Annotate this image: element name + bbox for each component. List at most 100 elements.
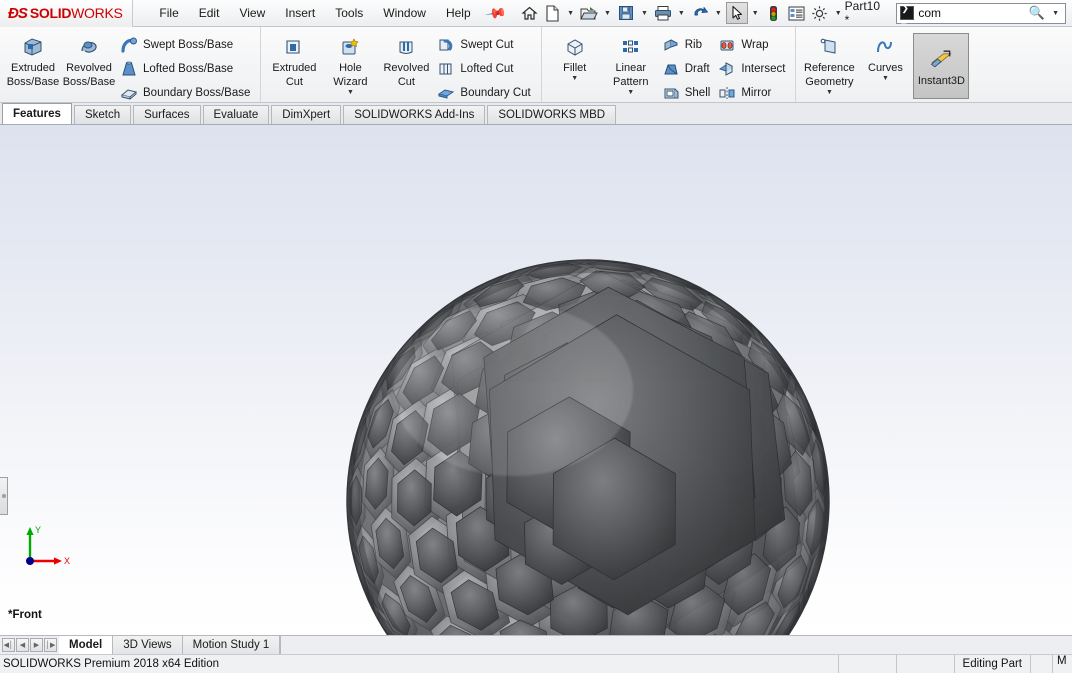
pushpin-icon[interactable]: 📌: [483, 1, 507, 25]
curves-button[interactable]: Curves ▼: [857, 31, 913, 82]
menu-file[interactable]: File: [149, 2, 188, 24]
lofted-cut-button[interactable]: Lofted Cut: [434, 57, 535, 81]
instant3d-button[interactable]: Instant3D: [913, 33, 970, 99]
tab-solidworks-mbd[interactable]: SOLIDWORKS MBD: [487, 105, 617, 124]
menu-edit[interactable]: Edit: [189, 2, 230, 24]
extruded-cut-button[interactable]: Extruded Cut: [266, 31, 322, 88]
extruded-cut-label-1: Extruded: [272, 62, 317, 74]
swept-boss-icon: [119, 35, 139, 55]
shell-button[interactable]: Shell: [659, 81, 716, 105]
boundary-cut-label: Boundary Cut: [460, 87, 531, 99]
status-spacer-3: [1030, 654, 1052, 673]
options-gear-icon[interactable]: [809, 2, 831, 24]
boss-base-list: Swept Boss/Base Lofted Boss/Base Boundar…: [117, 31, 255, 105]
new-document-caret[interactable]: ▼: [564, 10, 577, 17]
next-tab-button[interactable]: ▶: [30, 638, 43, 652]
save-button[interactable]: [615, 2, 637, 24]
status-edition: SOLIDWORKS Premium 2018 x64 Edition: [3, 657, 220, 670]
menu-items: File Edit View Insert Tools Window Help …: [149, 1, 507, 25]
new-document-button[interactable]: [541, 2, 563, 24]
boundary-cut-button[interactable]: Boundary Cut: [434, 81, 535, 105]
boundary-cut-icon: [436, 83, 456, 103]
mirror-button[interactable]: Mirror: [715, 81, 790, 105]
tab-surfaces[interactable]: Surfaces: [133, 105, 201, 124]
save-caret[interactable]: ▼: [638, 10, 651, 17]
reference-group: Reference Geometry ▼ Curves ▼ Instant3D: [796, 27, 974, 102]
search-caret[interactable]: ▼: [1049, 10, 1062, 17]
bottom-tab-motion-study[interactable]: Motion Study 1: [182, 636, 281, 654]
first-tab-button[interactable]: ◀│: [2, 638, 15, 652]
swept-cut-label: Swept Cut: [460, 39, 514, 51]
boundary-boss-base-button[interactable]: Boundary Boss/Base: [117, 81, 255, 105]
reference-geometry-button[interactable]: Reference Geometry ▼: [801, 31, 857, 96]
hexagonal-lattice-sphere[interactable]: [345, 258, 831, 635]
search-box[interactable]: ❯_ com 🔍 ▼: [896, 2, 1066, 24]
swept-boss-base-button[interactable]: Swept Boss/Base: [117, 33, 255, 57]
options-caret[interactable]: ▼: [832, 10, 845, 17]
menu-window[interactable]: Window: [373, 2, 436, 24]
file-properties-button[interactable]: [786, 2, 808, 24]
print-button[interactable]: [652, 2, 674, 24]
tab-evaluate[interactable]: Evaluate: [202, 105, 270, 124]
revolved-boss-base-button[interactable]: Revolved Boss/Base: [61, 31, 117, 88]
curves-dropdown-caret[interactable]: ▼: [882, 75, 889, 82]
menu-view[interactable]: View: [229, 2, 275, 24]
status-bar: SOLIDWORKS Premium 2018 x64 Edition Edit…: [0, 654, 1072, 673]
linear-pattern-label-1: Linear: [615, 62, 647, 74]
menu-tools[interactable]: Tools: [325, 2, 373, 24]
rebuild-button[interactable]: [763, 2, 785, 24]
lofted-cut-label: Lofted Cut: [460, 63, 514, 75]
select-caret[interactable]: ▼: [749, 10, 762, 17]
cut-group: Extruded Cut Hole Wizard ▼ Revolved Cut: [261, 27, 542, 105]
cut-list: Swept Cut Lofted Cut Boundary Cut: [434, 31, 535, 105]
revolved-cut-button[interactable]: Revolved Cut: [378, 31, 434, 88]
linear-pattern-button[interactable]: Linear Pattern ▼: [603, 31, 659, 96]
lofted-boss-icon: [119, 59, 139, 79]
home-button[interactable]: [518, 2, 540, 24]
view-orientation-label: *Front: [8, 609, 42, 621]
linear-pattern-label-2: Pattern: [613, 76, 649, 88]
reference-geometry-label-1: Reference: [804, 62, 855, 74]
revolved-cut-label-2: Cut: [397, 76, 415, 88]
undo-button[interactable]: [689, 2, 711, 24]
hole-wizard-button[interactable]: Hole Wizard ▼: [322, 31, 378, 96]
menu-help[interactable]: Help: [436, 2, 481, 24]
tab-dimxpert[interactable]: DimXpert: [271, 105, 342, 124]
graphics-area[interactable]: Y X *Front: [0, 125, 1072, 635]
fillet-button[interactable]: Fillet ▼: [547, 31, 603, 82]
extruded-boss-icon: [20, 34, 46, 60]
lofted-boss-base-button[interactable]: Lofted Boss/Base: [117, 57, 255, 81]
swept-cut-button[interactable]: Swept Cut: [434, 33, 535, 57]
magnifier-icon[interactable]: 🔍: [1029, 5, 1045, 21]
reference-geometry-dropdown-caret[interactable]: ▼: [826, 89, 833, 96]
triad-x-label: X: [64, 556, 70, 566]
search-input[interactable]: com: [918, 6, 1025, 20]
previous-tab-button[interactable]: ◀: [16, 638, 29, 652]
draft-button[interactable]: Draft: [659, 57, 716, 81]
hole-wizard-label-2: Wizard: [333, 76, 368, 88]
collapsed-panel-handle[interactable]: [0, 477, 8, 515]
intersect-button[interactable]: Intersect: [715, 57, 790, 81]
undo-caret[interactable]: ▼: [712, 10, 725, 17]
select-button[interactable]: [725, 2, 748, 24]
open-document-button[interactable]: [578, 2, 600, 24]
bottom-tab-3d-views[interactable]: 3D Views: [113, 636, 183, 654]
bottom-tab-model[interactable]: Model: [59, 636, 114, 654]
fillet-dropdown-caret[interactable]: ▼: [571, 75, 578, 82]
extruded-boss-base-button[interactable]: Extruded Boss/Base: [5, 31, 61, 88]
instant3d-icon: [928, 46, 954, 72]
last-tab-button[interactable]: │▶: [44, 638, 57, 652]
rib-button[interactable]: Rib: [659, 33, 716, 57]
revolved-cut-icon: [393, 34, 419, 60]
solidworks-logo[interactable]: ĐS SOLID WORKS: [0, 0, 134, 27]
print-caret[interactable]: ▼: [675, 10, 688, 17]
tab-features[interactable]: Features: [2, 103, 72, 124]
tab-solidworks-addins[interactable]: SOLIDWORKS Add-Ins: [343, 105, 486, 124]
document-tabs: Model 3D Views Motion Study 1: [59, 636, 282, 654]
linear-pattern-dropdown-caret[interactable]: ▼: [627, 89, 634, 96]
open-document-caret[interactable]: ▼: [601, 10, 614, 17]
menu-insert[interactable]: Insert: [275, 2, 325, 24]
tab-sketch[interactable]: Sketch: [73, 105, 132, 124]
hole-wizard-dropdown-caret[interactable]: ▼: [347, 89, 354, 96]
wrap-button[interactable]: Wrap: [715, 33, 790, 57]
